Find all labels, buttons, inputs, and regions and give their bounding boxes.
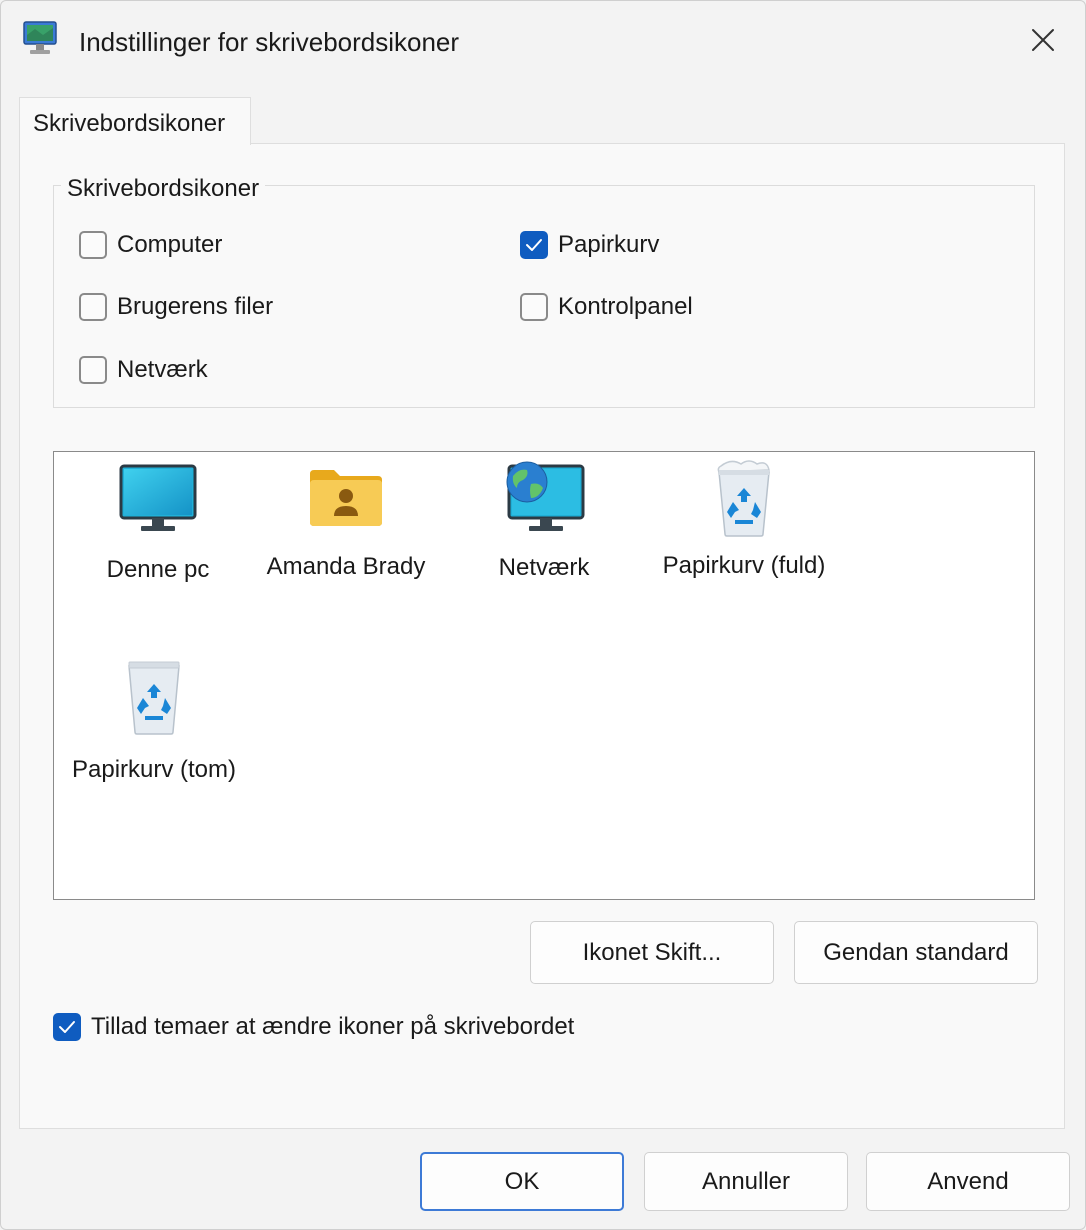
cancel-button[interactable]: Annuller	[644, 1152, 848, 1211]
checkbox-allow-themes[interactable]: Tillad temaer at ændre ikoner på skriveb…	[53, 1013, 574, 1041]
checkbox-box[interactable]	[520, 231, 548, 259]
window-title: Indstillinger for skrivebordsikoner	[79, 27, 460, 57]
icon-label: Papirkurv (tom)	[71, 756, 237, 783]
dialog-window: Indstillinger for skrivebordsikoner Skri…	[0, 0, 1086, 1230]
checkbox-box[interactable]	[520, 293, 548, 321]
monitor-icon	[119, 464, 197, 531]
tab-label: Skrivebordsikoner	[33, 110, 226, 137]
icon-item-recycle-bin-empty[interactable]: Papirkurv (tom)	[72, 656, 236, 788]
checkbox-label: Kontrolpanel	[558, 293, 693, 320]
restore-default-button[interactable]: Gendan standard	[794, 921, 1038, 984]
checkbox-box[interactable]	[79, 231, 107, 259]
close-button[interactable]	[1013, 15, 1073, 65]
checkmark-icon	[59, 1021, 75, 1033]
icon-item-user-folder[interactable]: Amanda Brady	[256, 466, 436, 585]
recycle-bin-full-icon	[717, 460, 770, 537]
checkbox-box[interactable]	[79, 356, 107, 384]
checkbox-network[interactable]: Netværk	[79, 356, 208, 384]
checkbox-box[interactable]	[53, 1013, 81, 1041]
checkbox-label: Brugerens filer	[117, 293, 274, 320]
ok-button[interactable]: OK	[420, 1152, 624, 1211]
user-folder-icon	[310, 470, 382, 526]
icon-label: Papirkurv (fuld)	[662, 552, 826, 579]
checkbox-label: Tillad temaer at ændre ikoner på skriveb…	[91, 1013, 575, 1040]
network-icon	[506, 461, 585, 531]
apply-button[interactable]: Anvend	[866, 1152, 1070, 1211]
change-icon-button[interactable]: Ikonet Skift...	[530, 921, 774, 984]
icon-item-recycle-bin-full[interactable]: Papirkurv (fuld)	[663, 458, 825, 584]
close-icon	[1032, 29, 1054, 51]
checkbox-user-files[interactable]: Brugerens filer	[79, 293, 273, 321]
icon-item-network[interactable]: Netværk	[484, 458, 604, 586]
icon-label: Netværk	[498, 554, 590, 581]
checkbox-control-panel[interactable]: Kontrolpanel	[520, 293, 693, 321]
checkbox-computer[interactable]: Computer	[79, 231, 222, 259]
icon-label: Denne pc	[106, 556, 210, 583]
recycle-bin-empty-icon	[128, 661, 180, 735]
tab-desktop-icons[interactable]: Skrivebordsikoner	[19, 97, 251, 145]
title-bar[interactable]: Indstillinger for skrivebordsikoner	[1, 1, 1085, 81]
checkbox-label: Papirkurv	[558, 231, 660, 258]
checkbox-label: Netværk	[117, 356, 208, 383]
checkbox-recycle-bin[interactable]: Papirkurv	[520, 231, 659, 259]
checkbox-box[interactable]	[79, 293, 107, 321]
group-legend: Skrivebordsikoner	[61, 175, 266, 203]
icon-label: Amanda Brady	[266, 553, 426, 580]
checkbox-label: Computer	[117, 231, 223, 258]
checkmark-icon	[526, 239, 542, 251]
icon-item-this-pc[interactable]: Denne pc	[98, 464, 218, 588]
icon-list[interactable]: Denne pc Amanda Brady Netværk Papirkurv …	[53, 451, 1035, 900]
desktop-settings-icon	[21, 19, 59, 59]
